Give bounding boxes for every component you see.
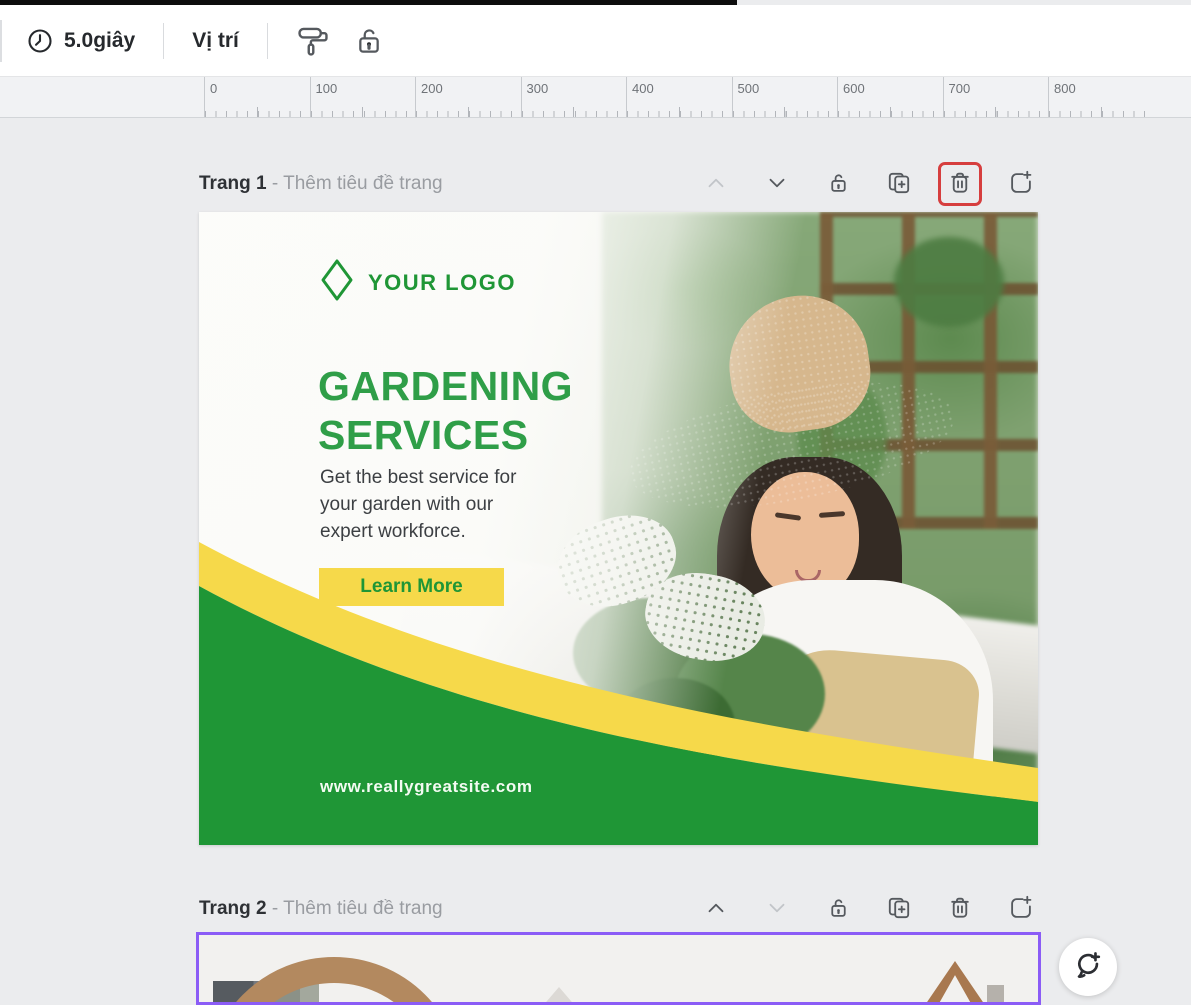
page-1-title[interactable]: Trang 1 - Thêm tiêu đề trang <box>199 173 443 195</box>
flyer-logo[interactable]: YOUR LOGO <box>320 258 516 307</box>
clock-icon <box>26 27 54 55</box>
page-2-header: Trang 2 - Thêm tiêu đề trang <box>199 890 1038 928</box>
move-page-down-button[interactable] <box>760 892 794 926</box>
flyer-headline-line2: SERVICES <box>318 411 573 460</box>
ruler-scale: 0 100 200 300 400 500 600 700 800 <box>204 77 1154 117</box>
page-1-number: Trang 1 <box>199 173 267 194</box>
leaf-diamond-icon <box>320 258 354 307</box>
ruler-tick-label: 400 <box>632 81 654 96</box>
triangle-shape <box>541 987 577 1005</box>
toolbar-divider <box>267 23 268 59</box>
ruler-tick-segment: 300 <box>521 77 627 117</box>
ruler-tick-label: 600 <box>843 81 865 96</box>
page-2-controls <box>699 892 1038 926</box>
flyer-logo-text: YOUR LOGO <box>368 270 516 296</box>
lock-page-button[interactable] <box>821 892 855 926</box>
add-page-icon <box>1008 170 1034 199</box>
animation-duration-button[interactable]: 5.0giây <box>26 27 135 55</box>
ruler-tick-segment: 700 <box>943 77 1049 117</box>
duration-label: 5.0giây <box>64 29 135 53</box>
duplicate-page-button[interactable] <box>882 167 916 201</box>
flyer-website[interactable]: www.reallygreatsite.com <box>320 777 533 797</box>
page-1-canvas[interactable]: YOUR LOGO GARDENING SERVICES Get the bes… <box>199 212 1038 845</box>
chevron-down-icon <box>764 895 790 924</box>
page-1-title-placeholder[interactable]: - Thêm tiêu đề trang <box>272 173 443 194</box>
add-page-button[interactable] <box>1004 167 1038 201</box>
ruler-tick-segment: 200 <box>415 77 521 117</box>
duplicate-page-icon <box>886 895 912 924</box>
delete-page-button[interactable] <box>943 892 977 926</box>
copy-style-button[interactable] <box>296 24 330 58</box>
ruler-tick-label: 700 <box>949 81 971 96</box>
position-button[interactable]: Vị trí <box>192 29 239 53</box>
toolbar-divider <box>163 23 164 59</box>
trash-icon <box>947 170 973 199</box>
ruler-tick-segment: 0 <box>204 77 310 117</box>
unlock-icon <box>353 25 385 57</box>
gray-shape <box>987 985 1004 1005</box>
ruler-tick-segment: 100 <box>310 77 416 117</box>
position-label: Vị trí <box>192 29 239 53</box>
lock-toggle-button[interactable] <box>352 24 386 58</box>
lock-page-button[interactable] <box>821 167 855 201</box>
page-2-title[interactable]: Trang 2 - Thêm tiêu đề trang <box>199 898 443 920</box>
ruler-tick-label: 0 <box>210 81 217 96</box>
flyer-body-line3: expert workforce. <box>320 518 516 545</box>
ruler-tick-label: 200 <box>421 81 443 96</box>
paint-roller-icon <box>296 24 330 58</box>
chevron-down-icon <box>764 170 790 199</box>
page-2-canvas[interactable] <box>196 932 1041 1005</box>
add-comment-button[interactable] <box>1059 938 1117 996</box>
learn-more-button[interactable]: Learn More <box>319 568 504 606</box>
context-toolbar: 5.0giây Vị trí <box>0 5 1191 77</box>
unlock-icon <box>826 895 851 923</box>
delete-page-button[interactable] <box>943 167 977 201</box>
toolbar-edge-divider <box>0 20 2 62</box>
page-1-controls <box>699 167 1038 201</box>
page-1-header: Trang 1 - Thêm tiêu đề trang <box>199 165 1038 203</box>
move-page-down-button[interactable] <box>760 167 794 201</box>
add-comment-icon <box>1072 950 1104 985</box>
ruler-tick-label: 100 <box>316 81 338 96</box>
page-2-title-placeholder[interactable]: - Thêm tiêu đề trang <box>272 898 443 919</box>
chevron-up-icon <box>703 895 729 924</box>
page-2-number: Trang 2 <box>199 898 267 919</box>
ruler-tick-label: 500 <box>738 81 760 96</box>
flyer-body-text[interactable]: Get the best service for your garden wit… <box>320 464 516 545</box>
duplicate-page-icon <box>886 170 912 199</box>
a-frame-shape <box>923 961 987 1005</box>
add-page-icon <box>1008 895 1034 924</box>
add-page-button[interactable] <box>1004 892 1038 926</box>
trash-icon <box>947 895 973 924</box>
flyer-body-line2: your garden with our <box>320 491 516 518</box>
ruler-tick-segment: 400 <box>626 77 732 117</box>
unlock-icon <box>826 170 851 198</box>
canva-editor-view: 5.0giây Vị trí <box>0 0 1191 1005</box>
horizontal-ruler: 0 100 200 300 400 500 600 700 800 <box>0 77 1191 118</box>
flyer-headline-line1: GARDENING <box>318 362 573 411</box>
flyer-body-line1: Get the best service for <box>320 464 516 491</box>
ruler-tick-segment: 600 <box>837 77 943 117</box>
ruler-tick-segment: 800 <box>1048 77 1154 117</box>
ruler-tick-label: 300 <box>527 81 549 96</box>
ruler-tick-label: 800 <box>1054 81 1076 96</box>
duplicate-page-button[interactable] <box>882 892 916 926</box>
flyer-headline[interactable]: GARDENING SERVICES <box>318 362 573 460</box>
move-page-up-button[interactable] <box>699 167 733 201</box>
ruler-tick-segment: 500 <box>732 77 838 117</box>
move-page-up-button[interactable] <box>699 892 733 926</box>
chevron-up-icon <box>703 170 729 199</box>
